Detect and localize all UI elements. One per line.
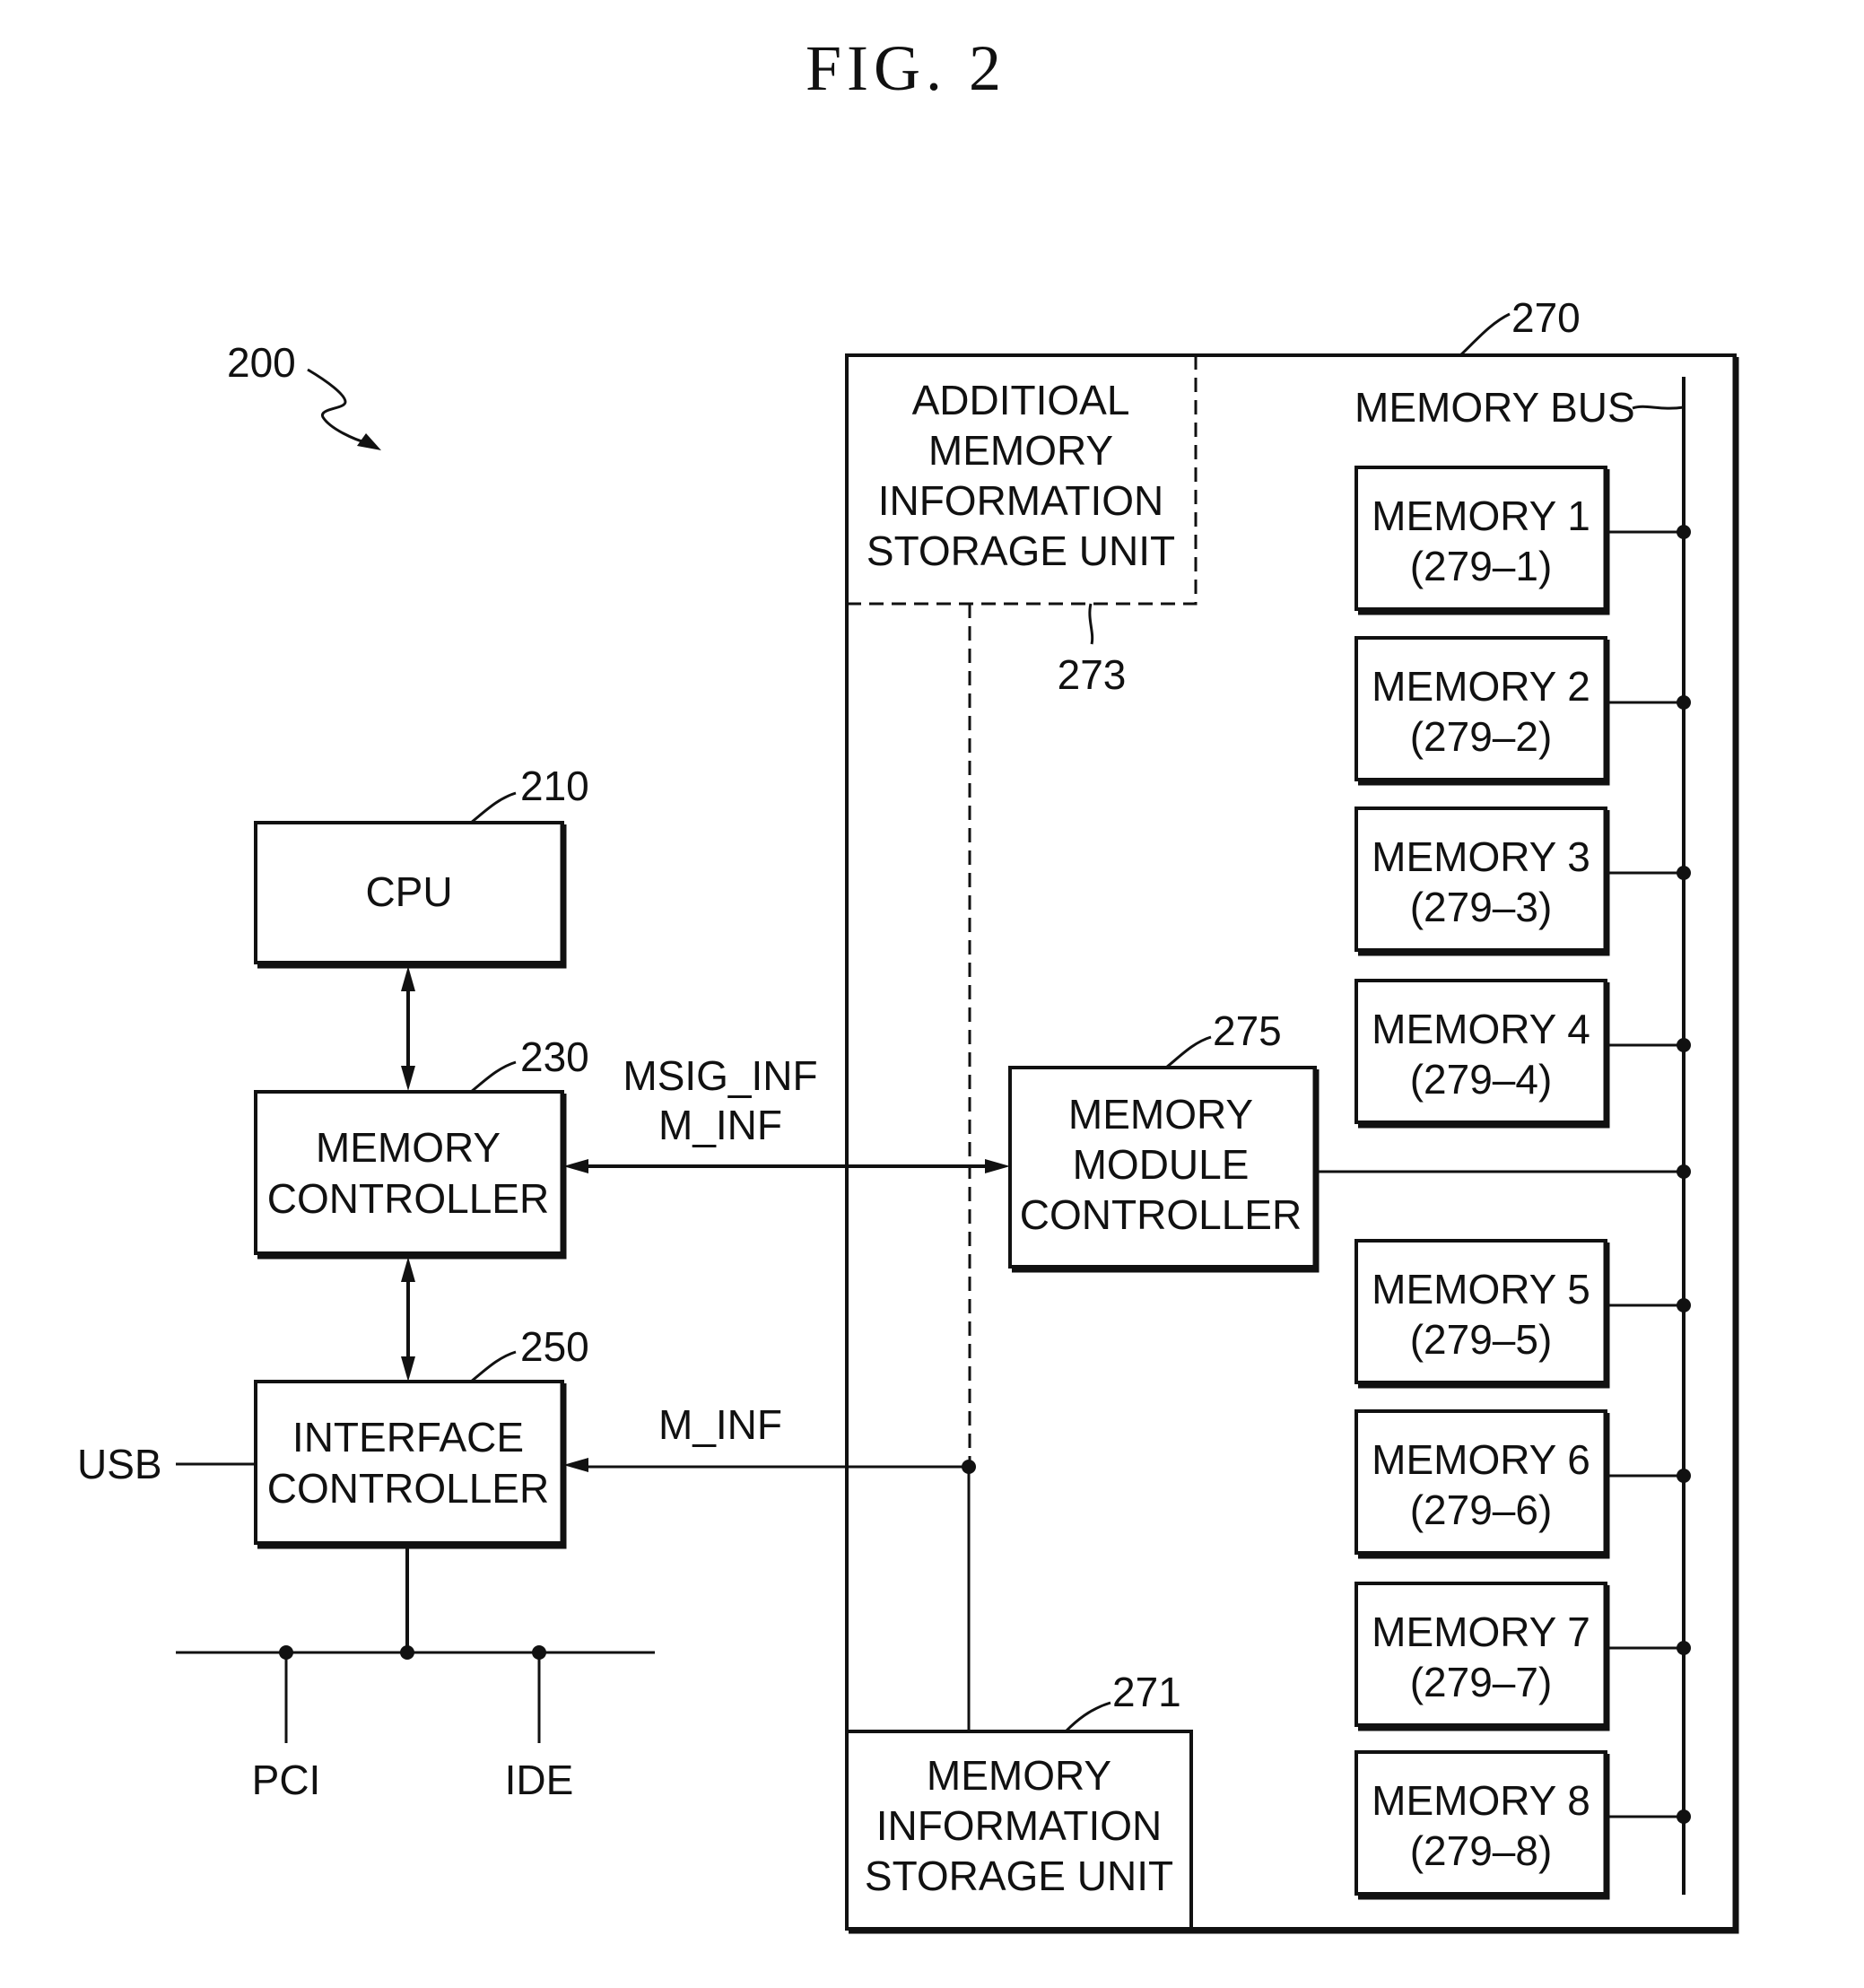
figure-title: FIG. 2 bbox=[806, 32, 1006, 104]
memory-chip-name: MEMORY 3 bbox=[1372, 833, 1590, 880]
memory-chip-junction-dot bbox=[1677, 1469, 1691, 1483]
memory-chip-name: MEMORY 4 bbox=[1372, 1006, 1590, 1052]
arrow-up-icon bbox=[401, 966, 415, 991]
signal-m-inf-upper-label: M_INF bbox=[658, 1102, 782, 1148]
memory-chip-name: MEMORY 7 bbox=[1372, 1609, 1590, 1655]
mc-ref-leader bbox=[470, 1060, 517, 1094]
arrow-right-icon bbox=[985, 1159, 1010, 1173]
module-ref-leader bbox=[1459, 312, 1511, 357]
memory-chip-junction-dot bbox=[1677, 1809, 1691, 1824]
misu-label-line1: MEMORY bbox=[927, 1752, 1111, 1799]
pci-label: PCI bbox=[252, 1757, 321, 1803]
cpu-ref-leader bbox=[470, 791, 517, 824]
memory-chip-ref: (279–8) bbox=[1410, 1827, 1553, 1874]
memory-chip-name: MEMORY 2 bbox=[1372, 663, 1590, 710]
memory-chips: MEMORY 1(279–1)MEMORY 2(279–2)MEMORY 3(2… bbox=[1354, 466, 1691, 1900]
memory-info-storage-block: MEMORY INFORMATION STORAGE UNIT bbox=[845, 1730, 1193, 1931]
memory-controller-label-line2: CONTROLLER bbox=[267, 1175, 549, 1222]
signal-msig-inf-label: MSIG_INF bbox=[623, 1052, 817, 1099]
ic-ref-leader bbox=[470, 1350, 517, 1383]
arrow-left-icon bbox=[563, 1159, 588, 1173]
memory-chip-ref: (279–4) bbox=[1410, 1056, 1553, 1103]
interface-controller-block: INTERFACE CONTROLLER bbox=[254, 1380, 567, 1549]
memory-chip-ref: (279–1) bbox=[1410, 543, 1553, 589]
memory-chip-ref: (279–5) bbox=[1410, 1316, 1553, 1363]
arrow-up-icon bbox=[401, 1257, 415, 1282]
memory-chip-4: MEMORY 4(279–4) bbox=[1354, 979, 1691, 1129]
memory-chip-7: MEMORY 7(279–7) bbox=[1354, 1582, 1691, 1731]
memory-controller-label-line1: MEMORY bbox=[316, 1124, 501, 1171]
signal-m-inf-lower-label: M_INF bbox=[658, 1401, 782, 1448]
memory-chip-junction-dot bbox=[1677, 1038, 1691, 1052]
memory-chip-ref: (279–2) bbox=[1410, 713, 1553, 760]
arrow-down-icon bbox=[401, 1356, 415, 1382]
ic-junction-dot bbox=[400, 1645, 414, 1660]
additional-storage-block: ADDITIOAL MEMORY INFORMATION STORAGE UNI… bbox=[847, 355, 1198, 606]
memory-chip-ref: (279–6) bbox=[1410, 1487, 1553, 1533]
misu-label-line3: STORAGE UNIT bbox=[865, 1853, 1173, 1899]
mmc-ref-label: 275 bbox=[1213, 1007, 1282, 1054]
memory-bus-label: MEMORY BUS bbox=[1354, 384, 1635, 431]
block-diagram: FIG. 2 200 CPU 210 MEMORY CONTROLLER 230… bbox=[77, 32, 1739, 1934]
memory-chip-1: MEMORY 1(279–1) bbox=[1354, 466, 1691, 615]
additional-storage-ref-label: 273 bbox=[1058, 651, 1127, 698]
mmc-label-line2: MODULE bbox=[1073, 1141, 1250, 1188]
additional-storage-label-line4: STORAGE UNIT bbox=[867, 528, 1175, 574]
ic-ref-label: 250 bbox=[520, 1323, 589, 1370]
mmc-label-line3: CONTROLLER bbox=[1020, 1191, 1302, 1238]
cpu-block: CPU bbox=[254, 821, 567, 969]
usb-label: USB bbox=[77, 1441, 162, 1487]
ide-label: IDE bbox=[505, 1757, 574, 1803]
misu-ref-label: 271 bbox=[1112, 1669, 1181, 1715]
memory-chip-5: MEMORY 5(279–5) bbox=[1354, 1239, 1691, 1389]
system-ref-label: 200 bbox=[227, 339, 296, 386]
misu-label-line2: INFORMATION bbox=[876, 1802, 1163, 1849]
memory-chip-name: MEMORY 5 bbox=[1372, 1266, 1590, 1312]
memory-chip-junction-dot bbox=[1677, 1298, 1691, 1312]
interface-controller-label-line2: CONTROLLER bbox=[267, 1465, 549, 1512]
memory-chip-name: MEMORY 6 bbox=[1372, 1436, 1590, 1483]
memory-chip-ref: (279–3) bbox=[1410, 884, 1553, 930]
additional-storage-label-line2: MEMORY bbox=[928, 427, 1113, 474]
cpu-ref-label: 210 bbox=[520, 763, 589, 809]
memory-chip-junction-dot bbox=[1677, 866, 1691, 880]
memory-chip-3: MEMORY 3(279–3) bbox=[1354, 807, 1691, 956]
memory-chip-junction-dot bbox=[1677, 695, 1691, 710]
additional-storage-label-line3: INFORMATION bbox=[878, 477, 1164, 524]
mmc-ref-leader bbox=[1165, 1035, 1212, 1069]
mmc-label-line1: MEMORY bbox=[1068, 1091, 1253, 1138]
memory-module-controller-block: MEMORY MODULE CONTROLLER bbox=[1008, 1066, 1320, 1273]
arrow-down-icon bbox=[401, 1066, 415, 1091]
memory-chip-8: MEMORY 8(279–8) bbox=[1354, 1750, 1691, 1900]
additional-storage-ref-leader bbox=[1088, 603, 1094, 645]
memory-controller-block: MEMORY CONTROLLER bbox=[254, 1090, 567, 1260]
cpu-label: CPU bbox=[365, 868, 452, 915]
memory-bus-leader bbox=[1632, 405, 1685, 410]
system-ref-squiggle bbox=[307, 368, 369, 445]
additional-storage-label-line1: ADDITIOAL bbox=[912, 377, 1130, 423]
misu-ref-leader bbox=[1064, 1701, 1111, 1733]
memory-chip-6: MEMORY 6(279–6) bbox=[1354, 1409, 1691, 1559]
mc-ref-label: 230 bbox=[520, 1033, 589, 1080]
memory-chip-name: MEMORY 8 bbox=[1372, 1777, 1590, 1824]
memory-chip-ref: (279–7) bbox=[1410, 1659, 1553, 1705]
module-ref-label: 270 bbox=[1511, 294, 1581, 341]
memory-chip-junction-dot bbox=[1677, 1641, 1691, 1655]
memory-chip-name: MEMORY 1 bbox=[1372, 493, 1590, 539]
memory-chip-junction-dot bbox=[1677, 525, 1691, 539]
arrow-left-icon bbox=[563, 1458, 588, 1472]
interface-controller-label-line1: INTERFACE bbox=[292, 1414, 524, 1460]
system-ref-arrowhead-icon bbox=[357, 433, 381, 450]
memory-chip-2: MEMORY 2(279–2) bbox=[1354, 636, 1691, 786]
